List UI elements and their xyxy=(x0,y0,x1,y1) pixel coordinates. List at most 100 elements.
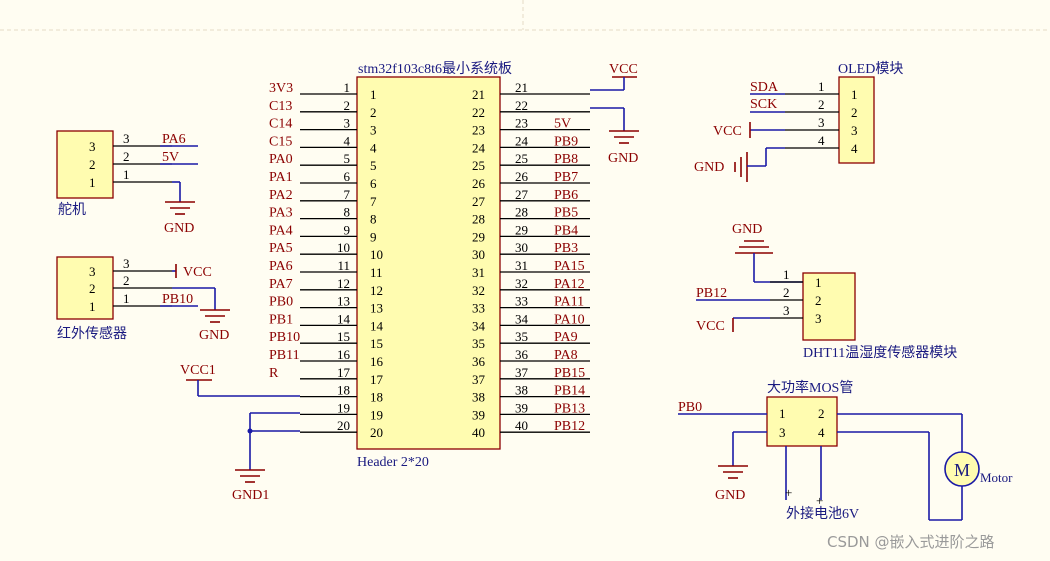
mcu-right-net: PB5 xyxy=(554,206,578,221)
mcu-pin-inner: 20 xyxy=(370,425,383,440)
mcu-pin-number: 1 xyxy=(344,80,351,95)
mcu-vcc-label: VCC xyxy=(609,62,638,77)
mcu-pin-inner: 3 xyxy=(370,123,377,138)
mcu-right-net: PA11 xyxy=(554,295,584,310)
servo-pin-inner: 3 xyxy=(89,139,96,154)
servo-pin-number: 2 xyxy=(123,149,130,164)
mcu-pin-inner: 9 xyxy=(370,229,377,244)
mcu-pin-number: 35 xyxy=(515,329,528,344)
mcu-pin-inner: 2 xyxy=(370,105,377,120)
mos-pin-4: 4 xyxy=(818,425,825,440)
servo-title: 舵机 xyxy=(58,202,86,218)
mcu-right-net: PB12 xyxy=(554,419,585,434)
mcu-pin-number: 40 xyxy=(515,418,528,433)
dht11-gnd-label: GND xyxy=(732,222,762,237)
mcu-pin-inner: 6 xyxy=(370,176,377,191)
mcu-left-net: PB10 xyxy=(269,330,300,345)
mcu-pin-number: 11 xyxy=(337,258,350,273)
mcu-pin-inner: 4 xyxy=(370,140,377,155)
mcu-pin-number: 25 xyxy=(515,151,528,166)
mcu-pin-inner: 8 xyxy=(370,212,377,227)
dht11-title: DHT11温湿度传感器模块 xyxy=(803,344,957,361)
mcu-pin-inner: 26 xyxy=(472,176,486,191)
mcu-pin-inner: 19 xyxy=(370,407,383,422)
mcu-pin-inner: 21 xyxy=(472,87,485,102)
watermark: CSDN @嵌入式进阶之路 xyxy=(827,533,995,551)
oled-module: OLED模块 1 1 2 2 3 3 4 4 SDA SCK VCC GND xyxy=(694,61,903,182)
mcu-right-net: PB3 xyxy=(554,241,578,256)
mcu-pin-inner: 30 xyxy=(472,247,485,262)
mcu-pin-number: 30 xyxy=(515,240,528,255)
mcu-right-net: PA10 xyxy=(554,312,585,327)
dht11-pin-number: 3 xyxy=(783,303,790,318)
mcu-pin-number: 39 xyxy=(515,400,528,415)
dht11-vcc-net: VCC xyxy=(696,319,725,334)
dht11-pin-number: 1 xyxy=(783,267,790,282)
mcu-pin-inner: 7 xyxy=(370,194,377,209)
ir-body xyxy=(56,256,114,320)
mcu-right-net: PB8 xyxy=(554,152,578,167)
servo-pin-number: 3 xyxy=(123,131,130,146)
oled-vcc-net: VCC xyxy=(713,124,742,139)
mcu-pin-inner: 18 xyxy=(370,390,383,405)
servo-pin-number: 1 xyxy=(123,167,130,182)
mcu-pin-inner: 40 xyxy=(472,425,485,440)
mcu-pin-number: 20 xyxy=(337,418,350,433)
mcu-left-net: PA3 xyxy=(269,206,293,221)
mcu-right-net: PA12 xyxy=(554,277,585,292)
mcu-right-net: PB6 xyxy=(554,188,578,203)
mcu-pin-number: 18 xyxy=(337,383,350,398)
mcu-header: stm32f103c8t6最小系统板 Header 2*20 1 13V32 2C1… xyxy=(269,61,590,470)
mcu-pin-inner: 35 xyxy=(472,336,485,351)
mcu-pin-inner: 34 xyxy=(472,318,486,333)
mcu-pin-number: 2 xyxy=(344,98,351,113)
mcu-pin-inner: 24 xyxy=(472,140,486,155)
dht11-pin-number: 2 xyxy=(783,285,790,300)
mos-gnd-label: GND xyxy=(715,488,745,503)
oled-pin-inner: 1 xyxy=(851,87,858,102)
mcu-pin-number: 16 xyxy=(337,347,351,362)
servo-body xyxy=(56,130,114,199)
battery-label: 外接电池6V xyxy=(786,505,859,522)
mcu-left-net: C13 xyxy=(269,99,292,114)
mcu-left-net: PB0 xyxy=(269,295,293,310)
servo-net: PA6 xyxy=(162,132,186,147)
ir-signal-net: PB10 xyxy=(162,292,193,307)
mcu-left-net: 3V3 xyxy=(269,81,293,96)
mcu-pin-number: 12 xyxy=(337,276,350,291)
mcu-right-net: PB14 xyxy=(554,384,585,399)
oled-pin-inner: 4 xyxy=(851,141,858,156)
mcu-pin-number: 6 xyxy=(344,169,351,184)
mcu-gnd-label: GND xyxy=(608,151,638,166)
mcu-right-net: PB9 xyxy=(554,134,578,149)
mos-title: 大功率MOS管 xyxy=(767,379,853,396)
mcu-pin-number: 17 xyxy=(337,365,351,380)
mcu-right-net: PB4 xyxy=(554,223,578,238)
gnd1-label: GND1 xyxy=(232,488,269,503)
mcu-pin-number: 8 xyxy=(344,205,351,220)
oled-pin-inner: 2 xyxy=(851,105,858,120)
mcu-pin-number: 4 xyxy=(344,133,351,148)
mos-body xyxy=(766,396,838,447)
mcu-pin-inner: 29 xyxy=(472,229,485,244)
servo-pin-inner: 2 xyxy=(89,157,96,172)
ir-gnd-label: GND xyxy=(199,328,229,343)
dht11-pin-inner: 3 xyxy=(815,311,822,326)
battery-plus-b: + xyxy=(816,493,823,508)
mcu-pin-number: 22 xyxy=(515,98,528,113)
mcu-pin-number: 5 xyxy=(344,151,351,166)
mcu-left-net: PB11 xyxy=(269,348,300,363)
mcu-left-net: PA0 xyxy=(269,152,293,167)
mcu-vcc-symbol: VCC xyxy=(590,62,638,91)
mcu-pin-number: 37 xyxy=(515,365,529,380)
mcu-left-net: PA4 xyxy=(269,223,293,238)
battery-plus-a: + xyxy=(785,485,792,500)
vcc1-symbol: VCC1 xyxy=(180,363,300,397)
ir-pin-inner: 3 xyxy=(89,264,96,279)
mcu-pin-number: 15 xyxy=(337,329,350,344)
oled-gnd-net: GND xyxy=(694,160,724,175)
dht11-body xyxy=(802,272,856,341)
mcu-pin-number: 38 xyxy=(515,383,528,398)
oled-sck-net: SCK xyxy=(750,97,777,112)
mcu-pin-inner: 22 xyxy=(472,105,485,120)
